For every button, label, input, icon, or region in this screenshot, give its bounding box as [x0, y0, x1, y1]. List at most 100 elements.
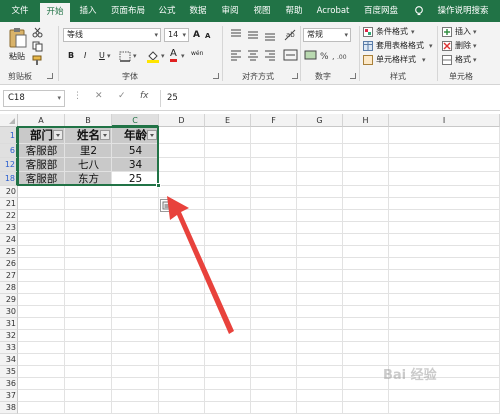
shrink-font-button[interactable]: A [205, 30, 210, 42]
row-header[interactable]: 37 [0, 390, 18, 402]
chevron-down-icon[interactable]: ▾ [181, 50, 185, 62]
chevron-down-icon[interactable]: ▾ [411, 26, 415, 38]
enter-icon[interactable]: ✓ [118, 91, 126, 101]
merge-center-icon[interactable] [283, 48, 299, 62]
font-name-select[interactable]: 等线 ▾ [63, 28, 161, 42]
row-header[interactable]: 21 [0, 198, 18, 210]
chevron-down-icon: ▾ [57, 94, 61, 102]
group-separator [58, 26, 59, 81]
tab-baidu-netdisk[interactable]: 百度网盘 [360, 0, 402, 22]
format-cells-button[interactable]: 格式 [455, 54, 471, 66]
number-format-value: 常规 [307, 30, 323, 39]
insert-cells-button[interactable]: 插入 [455, 26, 471, 38]
tab-file[interactable]: 文件 [8, 0, 32, 22]
alignment-launcher-icon[interactable] [292, 73, 298, 79]
row-header[interactable]: 28 [0, 282, 18, 294]
tab-formulas[interactable]: 公式 [155, 0, 179, 22]
row-gridline [18, 401, 500, 402]
copy-icon[interactable] [32, 41, 43, 52]
column-header-f[interactable]: F [251, 114, 297, 127]
fill-color-icon[interactable] [146, 49, 160, 63]
row-header[interactable]: 20 [0, 186, 18, 198]
bold-button[interactable]: B [68, 50, 74, 62]
phonetic-guide-button[interactable]: wén [191, 48, 203, 60]
row-header[interactable]: 30 [0, 306, 18, 318]
table-format-button[interactable]: 套用表格格式 [376, 40, 424, 52]
row-header[interactable]: 26 [0, 258, 18, 270]
row-header[interactable]: 23 [0, 222, 18, 234]
row-header[interactable]: 22 [0, 210, 18, 222]
insert-cells-icon [442, 27, 452, 37]
number-format-icons[interactable]: % , .00 [304, 49, 350, 63]
cell-styles-icon [363, 55, 373, 65]
row-header[interactable]: 34 [0, 354, 18, 366]
tell-me-search[interactable]: 操作说明搜索 [430, 0, 496, 22]
tab-review[interactable]: 审阅 [218, 0, 242, 22]
horizontal-align-icons[interactable] [229, 48, 279, 62]
insert-function-button[interactable]: fx [140, 91, 149, 101]
cut-icon[interactable] [32, 27, 43, 38]
chevron-down-icon[interactable]: ▾ [473, 54, 477, 66]
column-header-i[interactable]: I [389, 114, 500, 127]
chevron-down-icon[interactable]: ▾ [133, 50, 137, 62]
tab-help[interactable]: 帮助 [282, 0, 306, 22]
borders-icon[interactable] [119, 51, 131, 62]
tab-acrobat[interactable]: Acrobat [314, 0, 352, 22]
delete-cells-button[interactable]: 删除 [455, 40, 471, 52]
row-header[interactable]: 38 [0, 402, 18, 414]
row-header[interactable]: 33 [0, 342, 18, 354]
number-format-select[interactable]: 常规 ▾ [303, 28, 351, 42]
underline-button[interactable]: U [99, 50, 105, 62]
chevron-down-icon[interactable]: ▾ [161, 50, 165, 62]
more-options-icon[interactable]: ⋮ [73, 91, 82, 101]
column-header-d[interactable]: D [159, 114, 205, 127]
chevron-down-icon[interactable]: ▾ [473, 40, 477, 52]
chevron-down-icon[interactable]: ▾ [429, 40, 433, 52]
font-size-select[interactable]: 14 ▾ [164, 28, 189, 42]
number-launcher-icon[interactable] [350, 73, 356, 79]
row-header[interactable]: 31 [0, 318, 18, 330]
row-header[interactable]: 35 [0, 366, 18, 378]
quick-analysis-icon[interactable] [160, 199, 173, 212]
orientation-icon[interactable]: ab [283, 28, 299, 42]
tab-view[interactable]: 视图 [250, 0, 274, 22]
fill-handle[interactable] [156, 183, 161, 188]
row-gridline [18, 353, 500, 354]
grow-font-button[interactable]: A [193, 29, 200, 41]
conditional-format-button[interactable]: 条件格式 [376, 26, 408, 38]
column-header-g[interactable]: G [297, 114, 343, 127]
row-header[interactable]: 36 [0, 378, 18, 390]
row-header[interactable]: 29 [0, 294, 18, 306]
row-header[interactable]: 6 [0, 144, 18, 158]
tab-insert[interactable]: 插入 [76, 0, 100, 22]
italic-button[interactable]: I [84, 50, 86, 62]
chevron-down-icon[interactable]: ▾ [422, 54, 426, 66]
row-gridline [18, 317, 500, 318]
column-header-e[interactable]: E [205, 114, 251, 127]
row-header[interactable]: 1 [0, 127, 18, 144]
vertical-align-icons[interactable] [229, 28, 279, 42]
font-launcher-icon[interactable] [213, 73, 219, 79]
row-header[interactable]: 12 [0, 158, 18, 172]
tab-page-layout[interactable]: 页面布局 [107, 0, 149, 22]
name-box[interactable]: C18 ▾ [3, 90, 65, 107]
tab-home[interactable]: 开始 [40, 3, 70, 22]
cell-styles-button[interactable]: 单元格样式 [376, 54, 416, 66]
select-all-button[interactable] [0, 114, 18, 127]
paste-button[interactable]: 粘贴 [9, 51, 25, 63]
clipboard-launcher-icon[interactable] [47, 73, 53, 79]
font-color-button[interactable]: A [170, 48, 177, 62]
tab-data[interactable]: 数据 [186, 0, 210, 22]
row-header[interactable]: 27 [0, 270, 18, 282]
format-painter-icon[interactable] [32, 55, 43, 66]
row-header[interactable]: 32 [0, 330, 18, 342]
row-header[interactable]: 18 [0, 172, 18, 186]
row-header[interactable]: 25 [0, 246, 18, 258]
formula-input[interactable]: 25 [160, 90, 498, 107]
cancel-icon[interactable]: ✕ [95, 91, 103, 101]
paste-icon[interactable] [8, 27, 28, 49]
column-header-h[interactable]: H [343, 114, 389, 127]
chevron-down-icon[interactable]: ▾ [473, 26, 477, 38]
row-header[interactable]: 24 [0, 234, 18, 246]
chevron-down-icon[interactable]: ▾ [107, 50, 111, 62]
